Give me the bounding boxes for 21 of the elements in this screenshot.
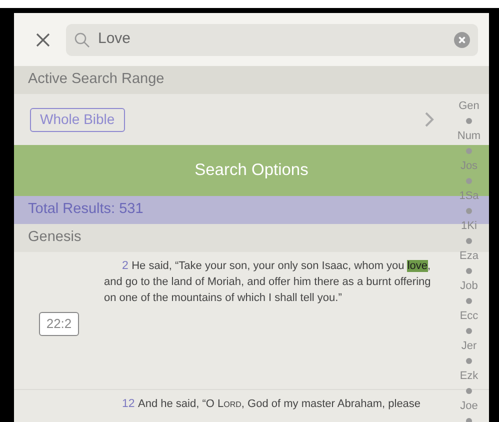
book-index-label[interactable]: Joe [460, 399, 478, 413]
clear-icon[interactable] [454, 32, 470, 48]
book-index-label[interactable]: Ezk [460, 369, 478, 383]
chevron-right-icon[interactable] [425, 112, 434, 127]
book-index-label[interactable]: Eza [460, 249, 478, 263]
book-index-label[interactable]: Job [460, 279, 478, 293]
close-icon[interactable] [36, 32, 50, 46]
section-heading: Active Search Range [28, 70, 164, 90]
book-heading: Genesis [28, 228, 82, 248]
search-icon [74, 32, 90, 48]
total-results: Total Results: 531 [28, 200, 144, 220]
book-index-label[interactable]: 1Ki [461, 219, 477, 233]
verse-text: 12 And he said, “O Lord, God of my master Abraham, please [121, 397, 422, 412]
search-field[interactable]: Love [66, 24, 478, 56]
book-index-label[interactable]: Ecc [460, 309, 478, 323]
reference-button[interactable]: 22:2 [39, 312, 79, 336]
book-index-label[interactable]: Num [457, 129, 481, 143]
book-index-label[interactable]: Gen [458, 99, 480, 113]
range-chip[interactable]: Whole Bible [30, 108, 125, 132]
book-index-label[interactable]: Jer [461, 339, 477, 353]
verse-text: 2 He said, “Take your son, your only son Isaac, whom you love, and go to the land of Moriah, and offer him there as a burnt offering on one of the mountains of which I shall tell you.” [104, 259, 432, 306]
